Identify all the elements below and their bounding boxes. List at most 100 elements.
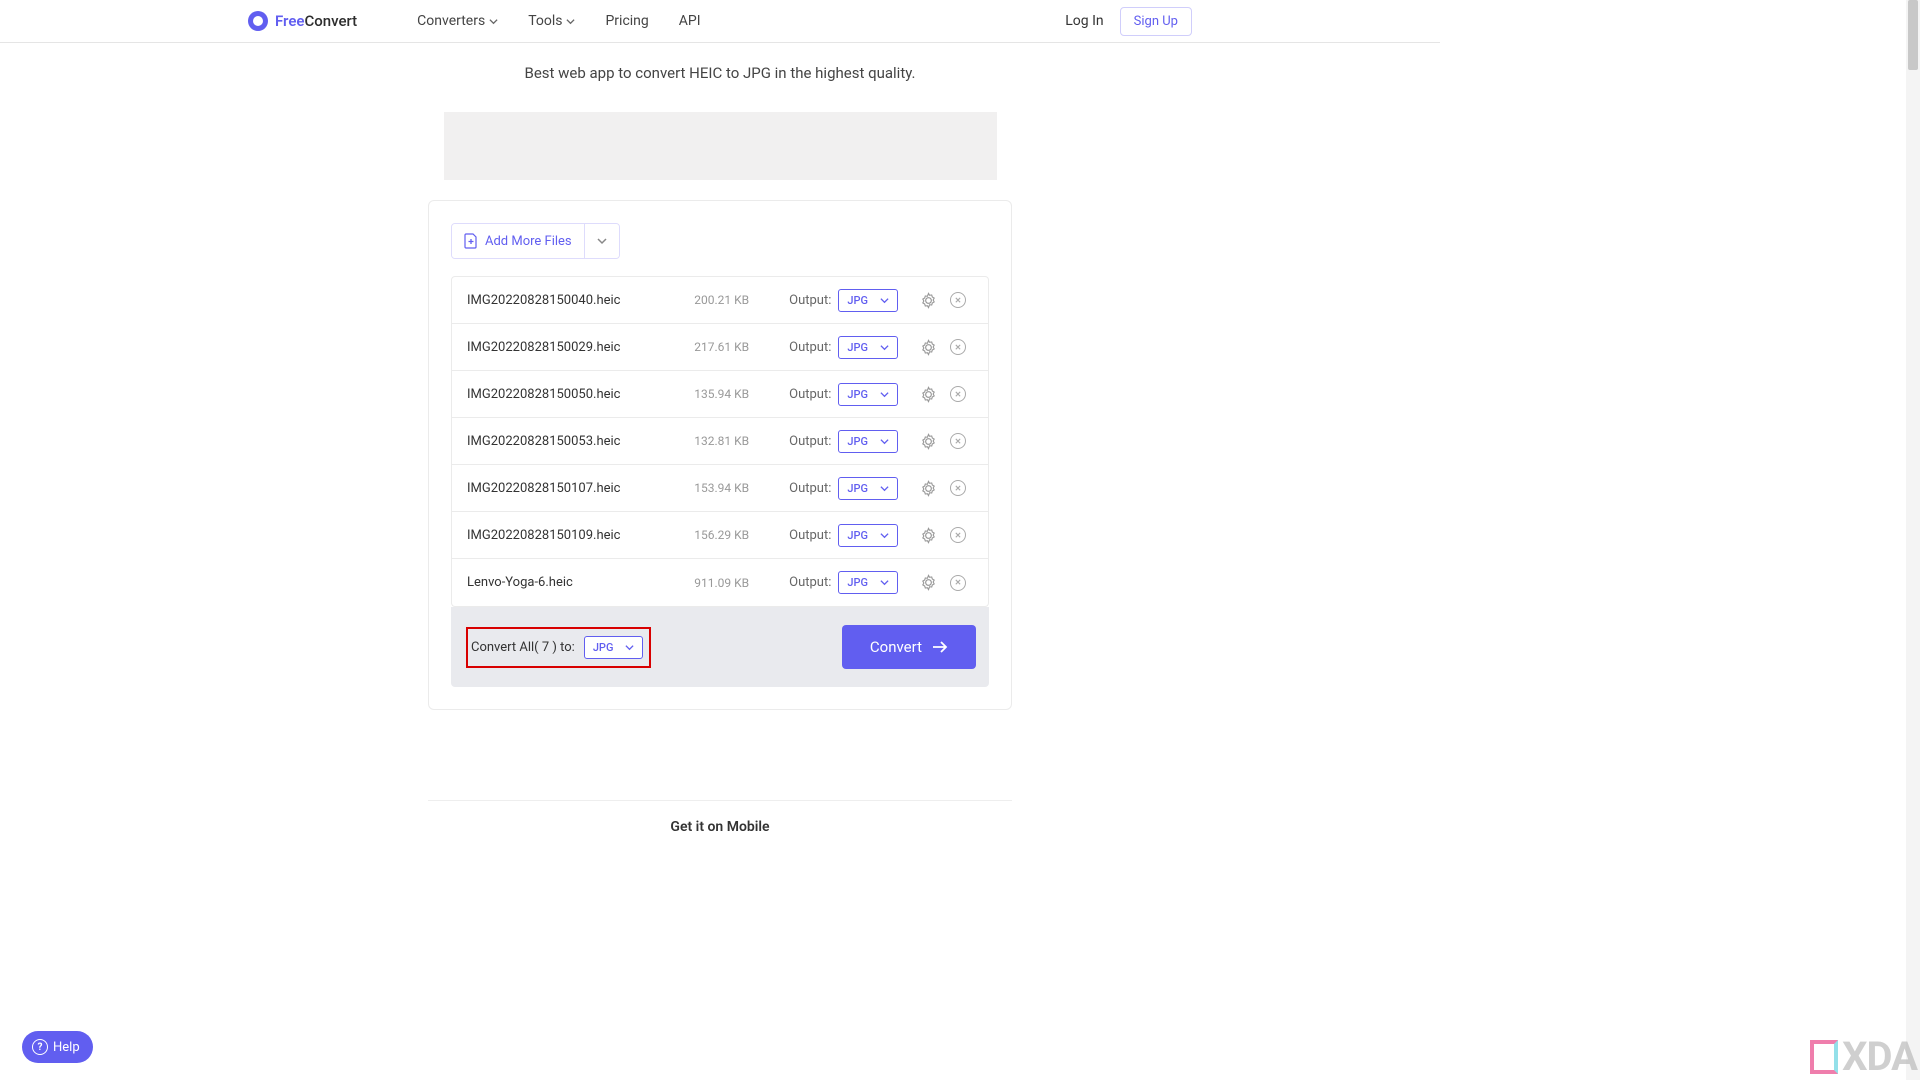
file-row: IMG20220828150107.heic 153.94 KB Output:… [452,465,988,512]
remove-file-button[interactable]: ✕ [943,568,973,598]
settings-button[interactable] [913,473,943,503]
file-list: IMG20220828150040.heic 200.21 KB Output:… [451,276,989,607]
file-size: 153.94 KB [664,481,749,495]
settings-button[interactable] [913,568,943,598]
gear-icon [920,574,937,591]
login-link[interactable]: Log In [1065,13,1103,29]
chevron-down-icon [489,17,498,26]
file-name: Lenvo-Yoga-6.heic [467,575,664,590]
settings-button[interactable] [913,520,943,550]
remove-file-button[interactable]: ✕ [943,426,973,456]
file-name: IMG20220828150029.heic [467,340,664,355]
chevron-down-icon [596,235,608,247]
convert-all-highlight: Convert All( 7 ) to: JPG [466,627,651,668]
page-subtitle: Best web app to convert HEIC to JPG in t… [0,64,1440,82]
arrow-right-icon [932,641,948,653]
mobile-title: Get it on Mobile [428,819,1012,835]
remove-file-button[interactable]: ✕ [943,520,973,550]
nav-converters[interactable]: Converters [417,13,498,29]
add-more-dropdown-button[interactable] [584,224,619,258]
close-icon: ✕ [950,433,966,449]
close-icon: ✕ [950,339,966,355]
file-size: 132.81 KB [664,434,749,448]
nav-api[interactable]: API [679,13,701,29]
gear-icon [920,480,937,497]
xda-mark-icon [1810,1040,1838,1074]
gear-icon [920,339,937,356]
convert-bar: Convert All( 7 ) to: JPG Convert [451,607,989,687]
help-button[interactable]: ? Help [22,1031,93,1063]
file-format-select[interactable]: JPG [838,524,898,547]
header: FreeConvert Converters Tools Pricing API… [0,0,1440,43]
gear-icon [920,527,937,544]
file-size: 135.94 KB [664,387,749,401]
scrollbar-thumb[interactable] [1908,0,1918,70]
gear-icon [920,386,937,403]
file-output-label: Output: [789,434,831,449]
file-format-select[interactable]: JPG [838,289,898,312]
chevron-down-icon [625,643,634,652]
gear-icon [920,433,937,450]
chevron-down-icon [880,578,889,587]
chevron-down-icon [880,531,889,540]
remove-file-button[interactable]: ✕ [943,332,973,362]
file-output-label: Output: [789,481,831,496]
chevron-down-icon [880,390,889,399]
file-name: IMG20220828150050.heic [467,387,664,402]
converter-card: Add More Files IMG20220828150040.heic 20… [428,200,1012,710]
file-output-label: Output: [789,340,831,355]
file-format-select[interactable]: JPG [838,336,898,359]
nav-pricing[interactable]: Pricing [605,13,648,29]
file-name: IMG20220828150040.heic [467,293,664,308]
convert-button[interactable]: Convert [842,625,976,669]
settings-button[interactable] [913,332,943,362]
chevron-down-icon [880,296,889,305]
xda-watermark: XDA [1810,1033,1917,1080]
file-format-select[interactable]: JPG [838,383,898,406]
close-icon: ✕ [950,480,966,496]
gear-icon [920,292,937,309]
ad-placeholder [444,112,997,180]
file-output-label: Output: [789,293,831,308]
settings-button[interactable] [913,285,943,315]
file-size: 200.21 KB [664,293,749,307]
remove-file-button[interactable]: ✕ [943,379,973,409]
file-output-label: Output: [789,575,831,590]
add-more-files-button[interactable]: Add More Files [452,224,584,258]
file-size: 217.61 KB [664,340,749,354]
file-row: IMG20220828150050.heic 135.94 KB Output:… [452,371,988,418]
convert-all-format-select[interactable]: JPG [584,636,644,659]
settings-button[interactable] [913,379,943,409]
remove-file-button[interactable]: ✕ [943,473,973,503]
file-row: IMG20220828150109.heic 156.29 KB Output:… [452,512,988,559]
nav-tools[interactable]: Tools [528,13,575,29]
settings-button[interactable] [913,426,943,456]
mobile-section: Get it on Mobile [428,800,1012,835]
logo-icon [248,11,268,31]
file-format-select[interactable]: JPG [838,430,898,453]
file-output-label: Output: [789,528,831,543]
file-size: 156.29 KB [664,528,749,542]
file-name: IMG20220828150107.heic [467,481,664,496]
scrollbar[interactable] [1906,0,1920,1080]
close-icon: ✕ [950,386,966,402]
header-auth: Log In Sign Up [1065,7,1192,36]
signup-button[interactable]: Sign Up [1120,7,1192,36]
close-icon: ✕ [950,292,966,308]
file-size: 911.09 KB [664,576,749,590]
main-nav: Converters Tools Pricing API [417,13,1065,29]
close-icon: ✕ [950,575,966,591]
file-name: IMG20220828150109.heic [467,528,664,543]
chevron-down-icon [880,343,889,352]
file-row: IMG20220828150053.heic 132.81 KB Output:… [452,418,988,465]
file-output-label: Output: [789,387,831,402]
brand-logo[interactable]: FreeConvert [248,11,357,31]
close-icon: ✕ [950,527,966,543]
add-more-wrap: Add More Files [451,223,620,259]
remove-file-button[interactable]: ✕ [943,285,973,315]
file-format-select[interactable]: JPG [838,477,898,500]
file-name: IMG20220828150053.heic [467,434,664,449]
chevron-down-icon [880,437,889,446]
file-format-select[interactable]: JPG [838,571,898,594]
file-plus-icon [464,233,478,249]
